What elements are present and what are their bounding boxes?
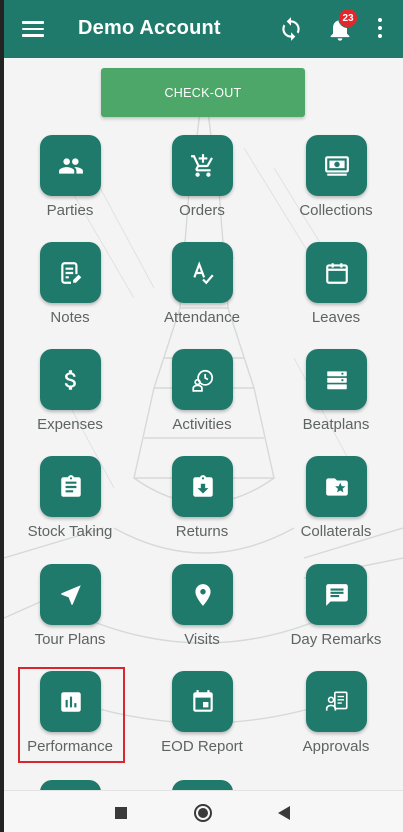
system-navigation-bar bbox=[4, 790, 403, 832]
tile-beatplans[interactable]: Beatplans bbox=[281, 349, 391, 445]
tile-label: Attendance bbox=[164, 309, 240, 326]
tile-label: Collaterals bbox=[300, 523, 372, 540]
approval-icon bbox=[306, 671, 367, 732]
back-icon[interactable] bbox=[278, 806, 290, 820]
recent-apps-icon[interactable] bbox=[115, 807, 127, 819]
dollar-icon bbox=[40, 349, 101, 410]
tile-activities[interactable]: Activities bbox=[147, 349, 257, 445]
location-pin-icon bbox=[172, 564, 233, 625]
tile-label: Collections bbox=[299, 202, 373, 219]
tile-orders[interactable]: Orders bbox=[147, 135, 257, 231]
tile-tour-plans[interactable]: Tour Plans bbox=[15, 564, 125, 660]
tile-attendance[interactable]: Attendance bbox=[147, 242, 257, 338]
next-row-tile-peek[interactable] bbox=[172, 780, 233, 790]
notification-badge[interactable]: 23 bbox=[338, 8, 358, 28]
main-content: CHECK-OUT Parties Orders Collections Not… bbox=[4, 58, 403, 790]
tile-label: Parties bbox=[46, 202, 94, 219]
tile-label: EOD Report bbox=[161, 738, 243, 755]
tile-label: Returns bbox=[175, 523, 229, 540]
tile-collections[interactable]: Collections bbox=[281, 135, 391, 231]
calendar-icon bbox=[306, 242, 367, 303]
activities-icon bbox=[172, 349, 233, 410]
tile-label: Tour Plans bbox=[34, 631, 106, 648]
bar-chart-icon bbox=[40, 671, 101, 732]
tile-visits[interactable]: Visits bbox=[147, 564, 257, 660]
tile-label: Notes bbox=[50, 309, 90, 326]
note-icon bbox=[40, 242, 101, 303]
tile-parties[interactable]: Parties bbox=[15, 135, 125, 231]
tile-stock-taking[interactable]: Stock Taking bbox=[15, 456, 125, 552]
tile-label: Leaves bbox=[311, 309, 361, 326]
event-icon bbox=[172, 671, 233, 732]
home-icon[interactable] bbox=[193, 803, 213, 823]
comment-icon bbox=[306, 564, 367, 625]
page-title: Demo Account bbox=[78, 17, 221, 39]
tile-expenses[interactable]: Expenses bbox=[15, 349, 125, 445]
tile-label: Beatplans bbox=[302, 416, 370, 433]
tile-label: Expenses bbox=[37, 416, 103, 433]
cart-icon bbox=[172, 135, 233, 196]
people-icon bbox=[40, 135, 101, 196]
tile-leaves[interactable]: Leaves bbox=[281, 242, 391, 338]
tile-notes[interactable]: Notes bbox=[15, 242, 125, 338]
overflow-menu-icon[interactable] bbox=[376, 18, 384, 42]
tile-label: Visits bbox=[184, 631, 220, 648]
hamburger-menu-icon[interactable] bbox=[22, 18, 44, 40]
navigation-icon bbox=[40, 564, 101, 625]
cash-icon bbox=[306, 135, 367, 196]
next-row-tile-peek[interactable] bbox=[40, 780, 101, 790]
folder-star-icon bbox=[306, 456, 367, 517]
tile-label: Orders bbox=[179, 202, 225, 219]
tile-collaterals[interactable]: Collaterals bbox=[281, 456, 391, 552]
attendance-icon bbox=[172, 242, 233, 303]
clipboard-icon bbox=[40, 456, 101, 517]
tile-label: Activities bbox=[172, 416, 232, 433]
tile-returns[interactable]: Returns bbox=[147, 456, 257, 552]
tile-label: Stock Taking bbox=[27, 523, 113, 540]
tile-label: Performance bbox=[27, 738, 113, 755]
tile-label: Day Remarks bbox=[290, 631, 382, 648]
check-out-button[interactable]: CHECK-OUT bbox=[101, 68, 305, 117]
tile-label: Approvals bbox=[302, 738, 370, 755]
tile-eod-report[interactable]: EOD Report bbox=[147, 671, 257, 767]
sync-icon[interactable] bbox=[278, 16, 304, 42]
beatplan-icon bbox=[306, 349, 367, 410]
return-icon bbox=[172, 456, 233, 517]
tile-day-remarks[interactable]: Day Remarks bbox=[281, 564, 391, 660]
app-bar: Demo Account 23 bbox=[4, 0, 403, 58]
tile-approvals[interactable]: Approvals bbox=[281, 671, 391, 767]
tile-performance[interactable]: Performance bbox=[15, 671, 125, 767]
